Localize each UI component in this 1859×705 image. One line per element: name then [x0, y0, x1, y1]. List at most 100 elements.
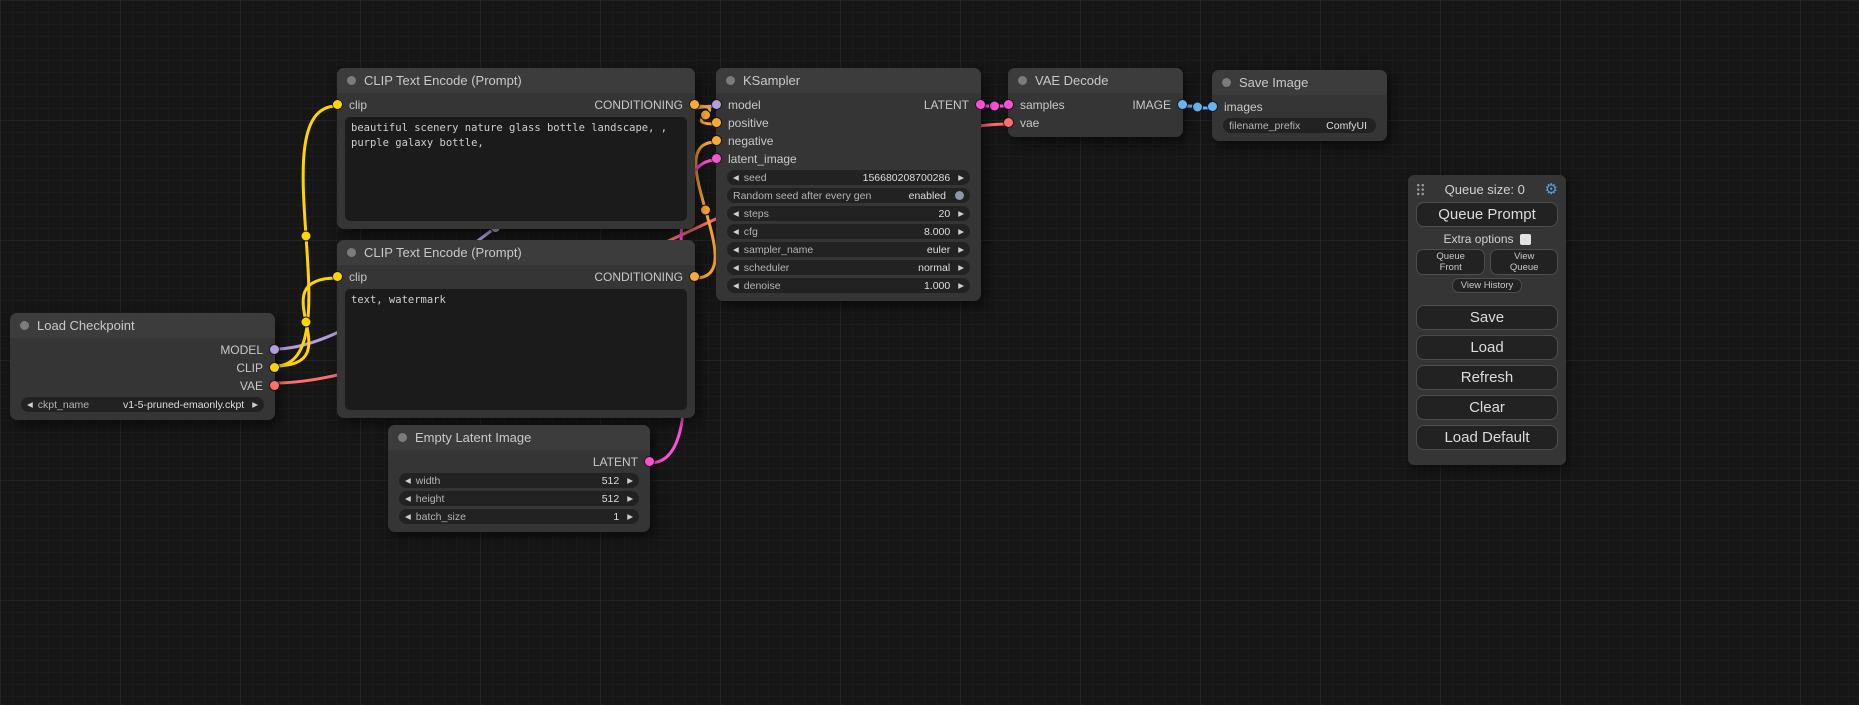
- widget-steps[interactable]: ◀ steps 20 ▶: [727, 206, 970, 221]
- widget-value: 1: [613, 511, 619, 523]
- node-title-bar[interactable]: CLIP Text Encode (Prompt): [337, 240, 695, 265]
- collapse-dot-icon: [347, 76, 356, 85]
- collapse-dot-icon: [1222, 78, 1231, 87]
- slot-row: model LATENT: [716, 96, 981, 114]
- increment-arrow-icon[interactable]: ▶: [627, 495, 633, 503]
- input-slot-images: images: [1212, 98, 1387, 116]
- output-dot-clip[interactable]: [270, 363, 279, 372]
- increment-arrow-icon[interactable]: ▶: [958, 282, 964, 290]
- queue-panel[interactable]: Queue size: 0 ⚙ Queue Prompt Extra optio…: [1408, 175, 1566, 465]
- increment-arrow-icon[interactable]: ▶: [958, 174, 964, 182]
- widget-seed[interactable]: ◀ seed 156680208700286 ▶: [727, 170, 970, 185]
- load-default-button[interactable]: Load Default: [1416, 425, 1558, 450]
- node-title-bar[interactable]: Load Checkpoint: [10, 313, 275, 338]
- widget-cfg[interactable]: ◀ cfg 8.000 ▶: [727, 224, 970, 239]
- widget-filename-prefix[interactable]: filename_prefix ComfyUI: [1223, 118, 1376, 133]
- input-dot-images[interactable]: [1208, 102, 1217, 111]
- decrement-arrow-icon[interactable]: ◀: [27, 401, 33, 409]
- toggle-knob-icon: [955, 191, 964, 200]
- slot-label: MODEL: [220, 343, 263, 357]
- slot-row: clip CONDITIONING: [337, 96, 695, 114]
- decrement-arrow-icon[interactable]: ◀: [733, 228, 739, 236]
- widget-denoise[interactable]: ◀ denoise 1.000 ▶: [727, 278, 970, 293]
- node-title-bar[interactable]: VAE Decode: [1008, 68, 1183, 93]
- increment-arrow-icon[interactable]: ▶: [958, 210, 964, 218]
- increment-arrow-icon[interactable]: ▶: [958, 246, 964, 254]
- node-title-bar[interactable]: KSampler: [716, 68, 981, 93]
- input-dot-clip[interactable]: [333, 100, 342, 109]
- node-title: VAE Decode: [1035, 73, 1108, 88]
- output-dot-model[interactable]: [270, 345, 279, 354]
- output-slot-clip: CLIP: [10, 359, 275, 377]
- slot-row: clip CONDITIONING: [337, 268, 695, 286]
- settings-gear-icon[interactable]: ⚙: [1545, 182, 1558, 197]
- prompt-textarea[interactable]: beautiful scenery nature glass bottle la…: [345, 117, 687, 221]
- input-dot-clip[interactable]: [333, 272, 342, 281]
- widget-random-seed-toggle[interactable]: Random seed after every gen enabled: [727, 188, 970, 203]
- widget-label: Random seed after every gen: [733, 190, 871, 202]
- drag-handle-icon[interactable]: [1416, 183, 1425, 196]
- graph-canvas[interactable]: { "ui_colors": { "gear": "#4fa3e3", "can…: [0, 0, 1859, 705]
- input-dot-samples[interactable]: [1004, 100, 1013, 109]
- widget-label: width: [416, 475, 441, 487]
- widget-scheduler[interactable]: ◀ scheduler normal ▶: [727, 260, 970, 275]
- slot-label: images: [1224, 100, 1263, 114]
- output-dot-image[interactable]: [1178, 100, 1187, 109]
- widget-ckpt-name[interactable]: ◀ ckpt_name v1-5-pruned-emaonly.ckpt ▶: [21, 397, 264, 412]
- node-load-checkpoint[interactable]: Load Checkpoint MODEL CLIP VAE ◀ ckpt_na…: [10, 313, 275, 420]
- node-clip-text-encode-positive[interactable]: CLIP Text Encode (Prompt) clip CONDITION…: [337, 68, 695, 229]
- extra-options-checkbox[interactable]: [1520, 234, 1531, 245]
- queue-prompt-button[interactable]: Queue Prompt: [1416, 202, 1558, 227]
- decrement-arrow-icon[interactable]: ◀: [733, 264, 739, 272]
- node-title-bar[interactable]: Save Image: [1212, 70, 1387, 95]
- node-title-bar[interactable]: Empty Latent Image: [388, 425, 650, 450]
- input-dot-negative[interactable]: [712, 136, 721, 145]
- view-queue-button[interactable]: View Queue: [1490, 249, 1558, 275]
- input-dot-latent-image[interactable]: [712, 154, 721, 163]
- load-button[interactable]: Load: [1416, 335, 1558, 360]
- decrement-arrow-icon[interactable]: ◀: [733, 282, 739, 290]
- decrement-arrow-icon[interactable]: ◀: [733, 246, 739, 254]
- node-title: KSampler: [743, 73, 800, 88]
- queue-front-button[interactable]: Queue Front: [1416, 249, 1485, 275]
- prompt-textarea[interactable]: text, watermark: [345, 289, 687, 410]
- decrement-arrow-icon[interactable]: ◀: [405, 477, 411, 485]
- decrement-arrow-icon[interactable]: ◀: [733, 174, 739, 182]
- input-dot-vae[interactable]: [1004, 118, 1013, 127]
- widget-sampler-name[interactable]: ◀ sampler_name euler ▶: [727, 242, 970, 257]
- output-dot-conditioning[interactable]: [690, 272, 699, 281]
- input-dot-positive[interactable]: [712, 118, 721, 127]
- view-history-button[interactable]: View History: [1452, 278, 1523, 293]
- widget-height[interactable]: ◀ height 512 ▶: [399, 491, 639, 506]
- decrement-arrow-icon[interactable]: ◀: [405, 495, 411, 503]
- refresh-button[interactable]: Refresh: [1416, 365, 1558, 390]
- increment-arrow-icon[interactable]: ▶: [627, 477, 633, 485]
- output-dot-conditioning[interactable]: [690, 100, 699, 109]
- node-ksampler[interactable]: KSampler model LATENT positive negative …: [716, 68, 981, 301]
- widget-width[interactable]: ◀ width 512 ▶: [399, 473, 639, 488]
- output-dot-latent[interactable]: [645, 457, 654, 466]
- clear-button[interactable]: Clear: [1416, 395, 1558, 420]
- input-dot-model[interactable]: [712, 100, 721, 109]
- output-dot-latent[interactable]: [976, 100, 985, 109]
- widget-batch-size[interactable]: ◀ batch_size 1 ▶: [399, 509, 639, 524]
- widget-value: ComfyUI: [1326, 120, 1367, 132]
- increment-arrow-icon[interactable]: ▶: [627, 513, 633, 521]
- decrement-arrow-icon[interactable]: ◀: [405, 513, 411, 521]
- increment-arrow-icon[interactable]: ▶: [958, 264, 964, 272]
- output-dot-vae[interactable]: [270, 381, 279, 390]
- node-vae-decode[interactable]: VAE Decode samples IMAGE vae: [1008, 68, 1183, 137]
- node-clip-text-encode-negative[interactable]: CLIP Text Encode (Prompt) clip CONDITION…: [337, 240, 695, 418]
- node-save-image[interactable]: Save Image images filename_prefix ComfyU…: [1212, 70, 1387, 141]
- widget-label: seed: [744, 172, 767, 184]
- increment-arrow-icon[interactable]: ▶: [958, 228, 964, 236]
- increment-arrow-icon[interactable]: ▶: [252, 401, 258, 409]
- node-title-bar[interactable]: CLIP Text Encode (Prompt): [337, 68, 695, 93]
- decrement-arrow-icon[interactable]: ◀: [733, 210, 739, 218]
- slot-label: clip: [349, 270, 367, 284]
- slot-label: vae: [1020, 116, 1039, 130]
- input-slot-positive: positive: [716, 114, 981, 132]
- node-empty-latent-image[interactable]: Empty Latent Image LATENT ◀ width 512 ▶ …: [388, 425, 650, 532]
- widget-value: 156680208700286: [863, 172, 951, 184]
- save-button[interactable]: Save: [1416, 305, 1558, 330]
